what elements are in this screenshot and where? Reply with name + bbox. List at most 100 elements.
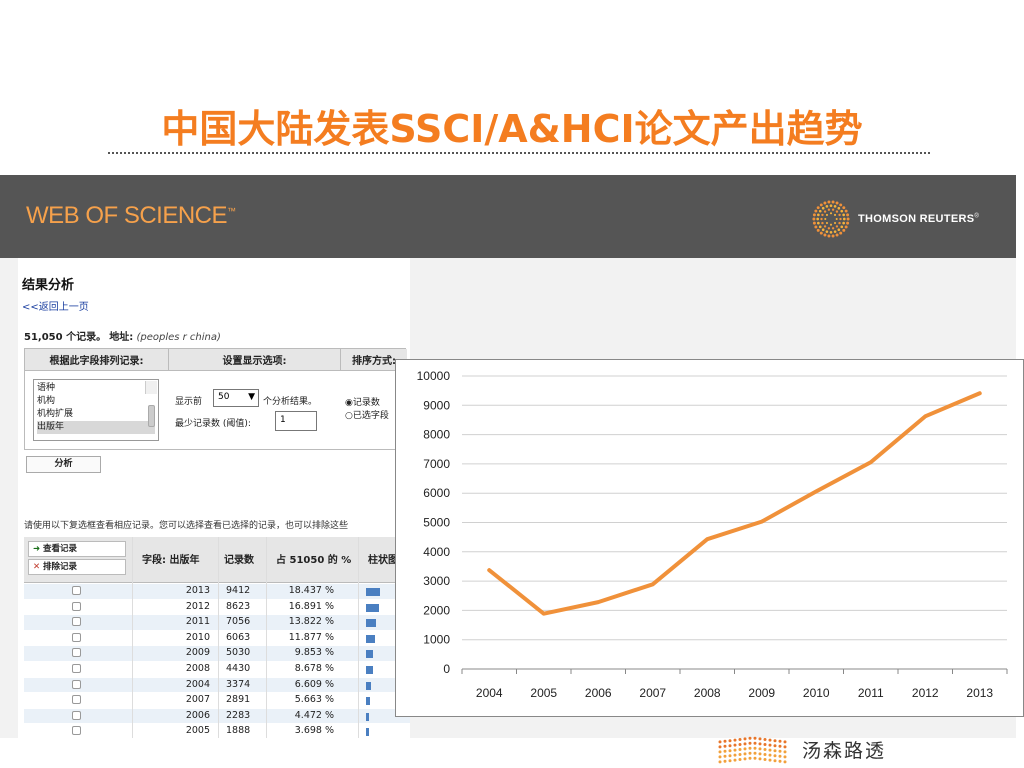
row-pct: 4.472 % [294,709,334,721]
y-tick-label: 9000 [423,398,450,412]
row-pct: 9.853 % [294,647,334,659]
row-checkbox[interactable] [72,648,81,658]
view-records-button[interactable]: ➜ 查看记录 [28,541,126,557]
wos-logo-text: WEB OF SCIENCE [26,202,228,229]
min-records-input[interactable]: 1 [275,411,317,431]
row-checkbox[interactable] [72,695,81,705]
row-checkbox[interactable] [72,601,81,611]
row-count: 7056 [226,616,251,628]
row-checkbox[interactable] [72,710,81,720]
row-pct: 3.698 % [294,725,334,737]
analysis-title: 结果分析 [22,278,75,293]
row-checkbox[interactable] [72,632,81,642]
back-link[interactable]: <<返回上一页 [22,298,89,313]
y-tick-label: 8000 [423,428,450,442]
field-listbox[interactable]: 语种 机构 机构扩展 出版年 [33,379,159,441]
y-tick-label: 4000 [423,545,450,559]
min-records-label: 最少记录数 (阈值): [175,419,251,429]
show-top-select[interactable]: 50 ▼ [213,389,259,407]
y-tick-label: 10000 [417,369,451,383]
row-checkbox[interactable] [72,586,81,595]
exclude-records-button[interactable]: ✕ 排除记录 [28,559,126,575]
row-bar [366,681,372,690]
show-top-label: 显示前 [175,397,203,407]
field-option-selected[interactable]: 出版年 [37,421,155,434]
x-tick-label: 2006 [585,686,612,700]
table-row: 2004 3374 6.609 % [24,677,410,694]
y-tick-label: 2000 [423,603,450,617]
row-bar [366,728,369,737]
rank-field-header: 根据此字段排列记录: [25,349,169,371]
record-count: 51,050 个记录。 [24,332,107,343]
address-label: 地址: [109,332,134,343]
slide: 中国大陆发表SSCI/A&HCI论文产出趋势 WEB OF SCIENCE™ T… [0,0,1024,768]
analyze-button[interactable]: 分析 [26,456,101,473]
column-divider [266,537,267,738]
field-option[interactable]: 语种 [37,382,155,395]
sort-radio-records[interactable]: ◉记录数 [345,395,380,408]
scrollbar-thumb[interactable] [148,405,155,427]
results-table: ➜ 查看记录 ✕ 排除记录 字段: 出版年 记录数 占 51050 的 % 柱状图 … [24,537,410,738]
footer-brand: 汤森路透 [716,734,886,764]
thomson-reuters-dots-icon [718,736,787,764]
trend-chart: 0 1000 2000 3000 4000 5000 6000 7000 8000 9000 100… [395,359,1024,717]
thomson-reuters-sunburst-icon [812,200,850,238]
wos-header-bar: WEB OF SCIENCE™ THOMSON REUTERS® [0,175,1016,258]
row-pct: 8.678 % [294,663,334,674]
sort-radio-field[interactable]: ○已选字段 [345,408,389,421]
dropdown-arrow-icon: ▼ [248,392,255,402]
display-options-header: 设置显示选项: [169,349,341,371]
table-row: 2012 8623 16.891 % [24,600,410,616]
x-tick-label: 2011 [858,686,884,700]
field-option[interactable]: 机构 [37,395,155,408]
row-count: 2891 [226,694,251,706]
close-icon: ✕ [33,562,41,572]
listbox-scrollbar[interactable] [145,381,157,427]
row-checkbox[interactable] [72,726,81,736]
col-field-header: 字段: 出版年 [142,555,200,566]
row-bar [366,697,371,706]
row-bar [366,650,374,659]
row-bar [366,603,379,612]
checkbox-hint: 请使用以下复选框查看相应记录。您可以选择查看已选择的记录，也可以排除这些 [24,521,349,531]
wos-logo[interactable]: WEB OF SCIENCE™ [26,202,236,230]
column-divider [358,537,359,738]
x-tick-label: 2004 [476,686,503,700]
y-tick-label: 7000 [423,457,450,471]
field-option[interactable]: 机构扩展 [37,408,155,421]
row-pct: 13.822 % [288,616,334,628]
row-bar [366,588,380,596]
x-tick-label: 2008 [694,686,721,700]
row-pct: 18.437 % [288,585,334,596]
thomson-reuters-logo[interactable]: THOMSON REUTERS® [812,200,979,238]
y-tick-label: 1000 [423,633,450,647]
column-divider [132,537,133,738]
footer-brand-text: 汤森路透 [802,739,887,762]
row-pct: 6.609 % [294,678,334,690]
x-tick-label: 2013 [966,686,993,700]
row-bar [366,634,376,643]
title-divider [108,152,930,154]
row-bar [366,712,370,721]
col-count-header: 记录数 [224,555,254,566]
address-value: (peoples r china) [136,332,221,343]
row-year: 2011 [185,616,210,628]
table-row: 2013 9412 18.437 % [24,584,410,600]
row-year: 2005 [185,725,210,737]
row-checkbox[interactable] [72,617,81,627]
row-checkbox[interactable] [72,679,81,689]
trend-chart-svg: 0 1000 2000 3000 4000 5000 6000 7000 8000 9000 100… [417,369,1008,700]
table-row: 2011 7056 13.822 % [24,615,410,631]
row-pct: 16.891 % [288,600,334,612]
row-year: 2007 [185,694,210,706]
table-row: 2008 4430 8.678 % [24,662,410,678]
column-divider [218,537,219,738]
row-year: 2009 [185,647,210,659]
radio-checked-icon: ◉ [345,398,353,408]
row-count: 3374 [226,678,251,690]
thomson-reuters-text: THOMSON REUTERS® [858,213,979,225]
row-count: 4430 [226,663,251,674]
radio-unchecked-icon: ○ [345,411,353,421]
tr-logo-label: THOMSON REUTERS [858,213,975,225]
row-checkbox[interactable] [72,664,81,673]
